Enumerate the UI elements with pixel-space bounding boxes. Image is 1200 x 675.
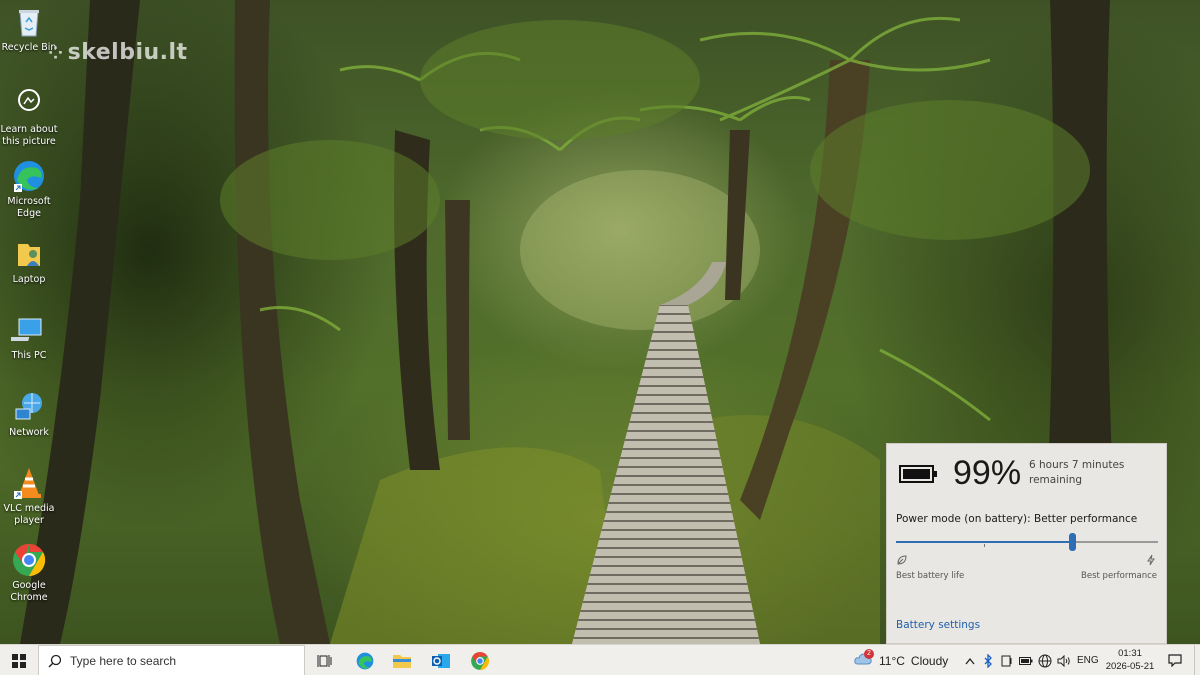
taskbar-weather[interactable]: 2 11°C Cloudy (854, 645, 948, 675)
show-desktop-button[interactable] (1194, 645, 1200, 675)
edge-icon (356, 652, 374, 669)
desktop-icon-microsoft-edge[interactable]: Microsoft Edge (0, 158, 58, 220)
battery-icon (899, 465, 937, 483)
tray-bluetooth[interactable] (980, 645, 996, 675)
desktop-icon-label: Microsoft Edge (7, 196, 51, 219)
search-placeholder: Type here to search (70, 653, 177, 668)
battery-icon (1019, 656, 1033, 665)
weather-badge: 2 (864, 649, 874, 659)
chevron-up-icon (965, 657, 975, 664)
desktop-icon-laptop[interactable]: Laptop (0, 236, 58, 286)
desktop-icon-label: This PC (11, 350, 47, 361)
best-battery-life-label: Best battery life (896, 571, 965, 581)
clock-date: 2026-05-21 (1105, 660, 1155, 672)
best-performance-label: Best performance (1081, 571, 1157, 581)
battery-flyout: 99% 6 hours 7 minutes remaining Power mo… (886, 443, 1167, 644)
tray-network[interactable] (1036, 645, 1054, 675)
search-icon (48, 654, 62, 667)
desktop-icon-recycle-bin[interactable]: Recycle Bin (0, 4, 58, 54)
power-mode-slider-fill (896, 541, 1072, 543)
notification-center-button[interactable] (1160, 645, 1190, 675)
taskbar-search-box[interactable]: Type here to search (38, 645, 305, 675)
weather-temperature: 11°C (879, 653, 905, 668)
camera-info-icon (18, 89, 40, 111)
battery-time-remaining: 6 hours 7 minutes remaining (1029, 459, 1125, 486)
chrome-icon (471, 651, 489, 670)
edge-icon (14, 161, 44, 192)
desktop-icon-label: Laptop (12, 274, 46, 285)
desktop-icon-label: Recycle Bin (1, 42, 57, 53)
tray-device[interactable] (998, 645, 1016, 675)
lightning-bolt-icon (1147, 554, 1155, 566)
start-button[interactable] (0, 645, 38, 675)
recycle-bin-icon (19, 10, 39, 37)
notification-icon (1168, 654, 1182, 667)
watermark-text: skelbiu.lt (67, 40, 188, 65)
outlook-icon (432, 653, 450, 668)
taskbar: Type here to search 2 11°C Cloudy ENG 01… (0, 644, 1200, 675)
globe-icon (1038, 654, 1052, 667)
desktop-icon-vlc[interactable]: VLC media player (0, 465, 58, 527)
battery-percent: 99% (953, 454, 1022, 492)
power-mode-label: Power mode (on battery): Better performa… (896, 513, 1138, 525)
windows-logo-icon (12, 653, 26, 668)
desktop-icon-label: Network (9, 427, 49, 438)
desktop-icon-learn-about-picture[interactable]: Learn about this picture (0, 86, 58, 148)
watermark: ⁘ skelbiu.lt (48, 40, 188, 65)
chrome-icon (13, 543, 46, 577)
user-folder-icon (18, 244, 40, 266)
weather-condition: Cloudy (910, 653, 949, 668)
power-mode-slider[interactable] (896, 533, 1158, 551)
battery-settings-link[interactable]: Battery settings (896, 619, 980, 631)
taskbar-clock[interactable]: 01:31 2026-05-21 (1100, 648, 1160, 673)
desktop-icon-label: VLC media player (3, 503, 55, 526)
power-mode-slider-thumb[interactable] (1069, 533, 1076, 551)
taskbar-outlook[interactable] (423, 645, 459, 675)
weather-widget: 2 (854, 649, 874, 669)
taskbar-file-explorer[interactable] (384, 645, 420, 675)
power-mode-slider-tick (984, 544, 985, 547)
bluetooth-icon (984, 653, 992, 668)
vlc-cone-icon (14, 468, 41, 499)
desktop-icon-network[interactable]: Network (0, 389, 58, 439)
show-hidden-icons-button[interactable] (962, 645, 978, 675)
desktop-icon-chrome[interactable]: Google Chrome (0, 542, 58, 604)
desktop-icon-this-pc[interactable]: This PC (0, 312, 58, 362)
clock-time: 01:31 (1118, 648, 1142, 659)
task-view-icon (317, 654, 332, 667)
tray-volume[interactable] (1055, 645, 1073, 675)
network-icon (15, 393, 42, 420)
file-explorer-icon (393, 654, 411, 668)
taskbar-chrome[interactable] (462, 645, 498, 675)
task-view-button[interactable] (307, 645, 343, 675)
tray-battery[interactable] (1017, 645, 1035, 675)
computer-icon (11, 318, 42, 341)
taskbar-edge[interactable] (347, 645, 383, 675)
desktop-icon-label: Google Chrome (10, 580, 48, 603)
input-language[interactable]: ENG (1077, 645, 1099, 675)
pen-device-icon (1001, 655, 1012, 666)
leaf-icon (897, 555, 907, 565)
speaker-icon (1057, 654, 1070, 667)
desktop-icon-label: Learn about this picture (0, 124, 58, 147)
